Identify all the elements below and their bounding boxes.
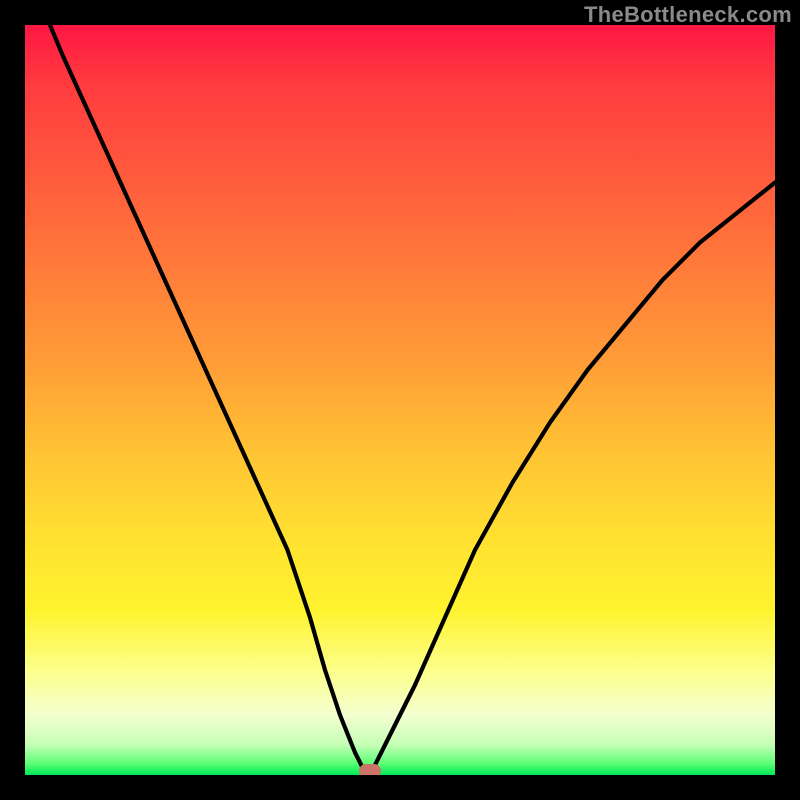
plot-area (25, 25, 775, 775)
minimum-marker (359, 764, 381, 775)
chart-frame: TheBottleneck.com (0, 0, 800, 800)
watermark-text: TheBottleneck.com (584, 2, 792, 28)
bottleneck-curve (25, 25, 775, 775)
